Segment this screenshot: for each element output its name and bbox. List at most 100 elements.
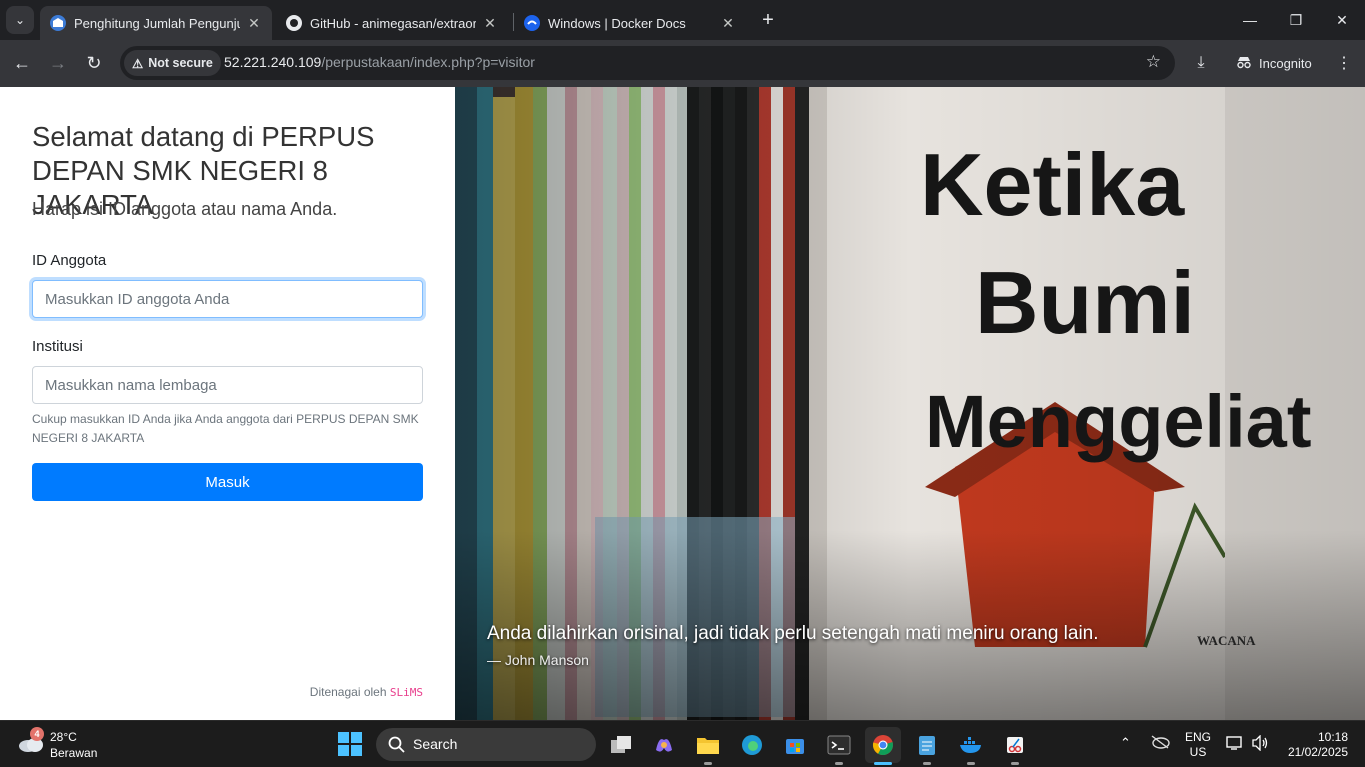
welcome-subtitle: Harap isi ID anggota atau nama Anda. xyxy=(32,199,338,219)
weather-badge: 4 xyxy=(30,727,44,741)
address-bar[interactable]: ⚠ Not secure 52.221.240.109/perpustakaan… xyxy=(120,46,1175,80)
close-tab-icon[interactable]: ✕ xyxy=(246,15,262,32)
running-indicator xyxy=(1011,762,1019,765)
tab-title: GitHub - animegasan/extraordin xyxy=(310,15,476,31)
library-favicon-icon xyxy=(50,15,66,31)
book-title-line-1: Ketika xyxy=(920,135,1185,234)
plus-icon: + xyxy=(762,9,774,31)
bookmark-star-icon[interactable]: ☆ xyxy=(1146,52,1161,72)
taskbar-search[interactable]: Search xyxy=(376,728,596,761)
edge-icon xyxy=(742,735,762,755)
show-hidden-icons-button[interactable]: ⌃ xyxy=(1120,735,1131,751)
task-view-button[interactable] xyxy=(603,727,639,763)
institution-label: Institusi xyxy=(32,338,83,355)
url-host: 52.221.240.109 xyxy=(224,54,322,70)
running-indicator xyxy=(923,762,931,765)
clock-time: 10:18 xyxy=(1317,730,1348,744)
member-id-label: ID Anggota xyxy=(32,252,107,269)
visitor-form-panel: Selamat datang di PERPUS DEPAN SMK NEGER… xyxy=(0,87,455,720)
snipping-tool-button[interactable] xyxy=(997,727,1033,765)
powered-by-label: Ditenagai oleh xyxy=(309,685,387,699)
arrow-left-icon: ← xyxy=(13,52,31,73)
running-indicator xyxy=(704,762,712,765)
folder-icon xyxy=(697,738,719,754)
book-publisher: WACANA xyxy=(1197,633,1256,648)
chrome-icon xyxy=(872,735,893,756)
system-clock[interactable]: 10:18 21/02/2025 xyxy=(1282,730,1348,760)
weather-widget[interactable]: 4 28°C Berawan xyxy=(14,727,114,763)
docker-desktop-button[interactable] xyxy=(953,727,989,765)
running-indicator xyxy=(967,762,975,765)
tab-github[interactable]: GitHub - animegasan/extraordin ✕ xyxy=(276,6,508,40)
file-explorer-button[interactable] xyxy=(690,727,726,765)
url-text[interactable]: 52.221.240.109/perpustakaan/index.php?p=… xyxy=(224,54,535,70)
back-button[interactable]: ← xyxy=(10,51,34,75)
tab-docker-docs[interactable]: Windows | Docker Docs ✕ xyxy=(514,6,746,40)
tab-strip: ⌄ Penghitung Jumlah Pengunjung ✕ GitHub … xyxy=(0,0,1365,40)
institution-input[interactable] xyxy=(32,366,423,404)
terminal-icon xyxy=(827,735,851,755)
slims-link[interactable]: SLiMS xyxy=(390,686,423,699)
chevron-down-icon: ⌄ xyxy=(14,13,26,27)
network-icon[interactable] xyxy=(1226,735,1244,754)
hero-image: Ketika Bumi Menggeliat WACANA Anda dilah… xyxy=(455,87,1365,720)
chevron-up-icon: ⌃ xyxy=(1120,735,1131,750)
weather-condition: Berawan xyxy=(50,746,98,760)
tab-title: Penghitung Jumlah Pengunjung xyxy=(74,15,240,31)
snipping-tool-icon xyxy=(1007,737,1023,753)
book-title-line-2: Bumi xyxy=(975,253,1195,352)
restore-button[interactable]: ❐ xyxy=(1273,0,1319,40)
close-tab-icon[interactable]: ✕ xyxy=(482,15,498,32)
help-text: Cukup masukkan ID Anda jika Anda anggota… xyxy=(32,412,419,445)
restore-icon: ❐ xyxy=(1289,11,1303,28)
reload-button[interactable]: ↻ xyxy=(82,51,106,75)
tab-visitor-counter[interactable]: Penghitung Jumlah Pengunjung ✕ xyxy=(40,6,272,40)
incognito-chip[interactable]: Incognito xyxy=(1226,48,1322,78)
task-view-icon xyxy=(611,736,631,753)
quote-author: — John Manson xyxy=(487,652,589,668)
minimize-icon: — xyxy=(1243,12,1257,28)
browser-menu-button[interactable]: ⋮ xyxy=(1332,51,1356,75)
kebab-menu-icon: ⋮ xyxy=(1336,55,1352,72)
notepad-button[interactable] xyxy=(909,727,945,765)
download-icon: ⤓ xyxy=(1197,54,1205,71)
powered-by: Ditenagai oleh SLiMS xyxy=(310,685,423,699)
terminal-button[interactable] xyxy=(821,727,857,765)
new-tab-button[interactable]: + xyxy=(758,8,778,32)
close-icon: ✕ xyxy=(1336,11,1348,28)
incognito-icon xyxy=(1236,55,1252,72)
minimize-button[interactable]: — xyxy=(1227,0,1273,40)
windows-taskbar: 4 28°C Berawan Search ⌃ ENG US 10:18 21/… xyxy=(0,720,1365,767)
close-window-button[interactable]: ✕ xyxy=(1319,0,1365,40)
tab-search-button[interactable]: ⌄ xyxy=(6,6,34,34)
microsoft-store-button[interactable] xyxy=(777,727,813,763)
warning-triangle-icon: ⚠ xyxy=(132,56,144,71)
quote-text: Anda dilahirkan orisinal, jadi tidak per… xyxy=(487,623,1099,644)
tab-title: Windows | Docker Docs xyxy=(548,15,686,31)
member-id-input[interactable] xyxy=(32,280,423,318)
browser-toolbar: ← → ↻ ⚠ Not secure 52.221.240.109/perpus… xyxy=(0,40,1365,87)
security-label: Not secure xyxy=(148,56,213,70)
incognito-label: Incognito xyxy=(1259,55,1312,71)
input-language-indicator[interactable]: ENG US xyxy=(1184,730,1212,760)
store-icon xyxy=(786,739,804,754)
edge-button[interactable] xyxy=(734,727,770,763)
page-content: Selamat datang di PERPUS DEPAN SMK NEGER… xyxy=(0,87,1365,720)
security-chip[interactable]: ⚠ Not secure xyxy=(124,50,221,76)
windows-start-icon[interactable] xyxy=(336,730,364,758)
search-icon xyxy=(388,736,405,753)
downloads-button[interactable]: ⤓ xyxy=(1189,51,1213,75)
submit-button[interactable]: Masuk xyxy=(32,463,423,501)
copilot-icon xyxy=(656,739,672,752)
forward-button[interactable]: → xyxy=(46,51,70,75)
url-path: /perpustakaan/index.php?p=visitor xyxy=(321,54,535,70)
volume-icon[interactable] xyxy=(1251,734,1269,754)
onedrive-icon[interactable] xyxy=(1150,735,1170,752)
chrome-button[interactable] xyxy=(865,727,901,765)
weather-temperature: 28°C xyxy=(50,730,77,744)
reload-icon: ↻ xyxy=(86,52,102,73)
lang-top: ENG xyxy=(1184,730,1211,744)
running-indicator xyxy=(835,762,843,765)
close-tab-icon[interactable]: ✕ xyxy=(720,15,736,32)
copilot-button[interactable] xyxy=(646,727,682,763)
